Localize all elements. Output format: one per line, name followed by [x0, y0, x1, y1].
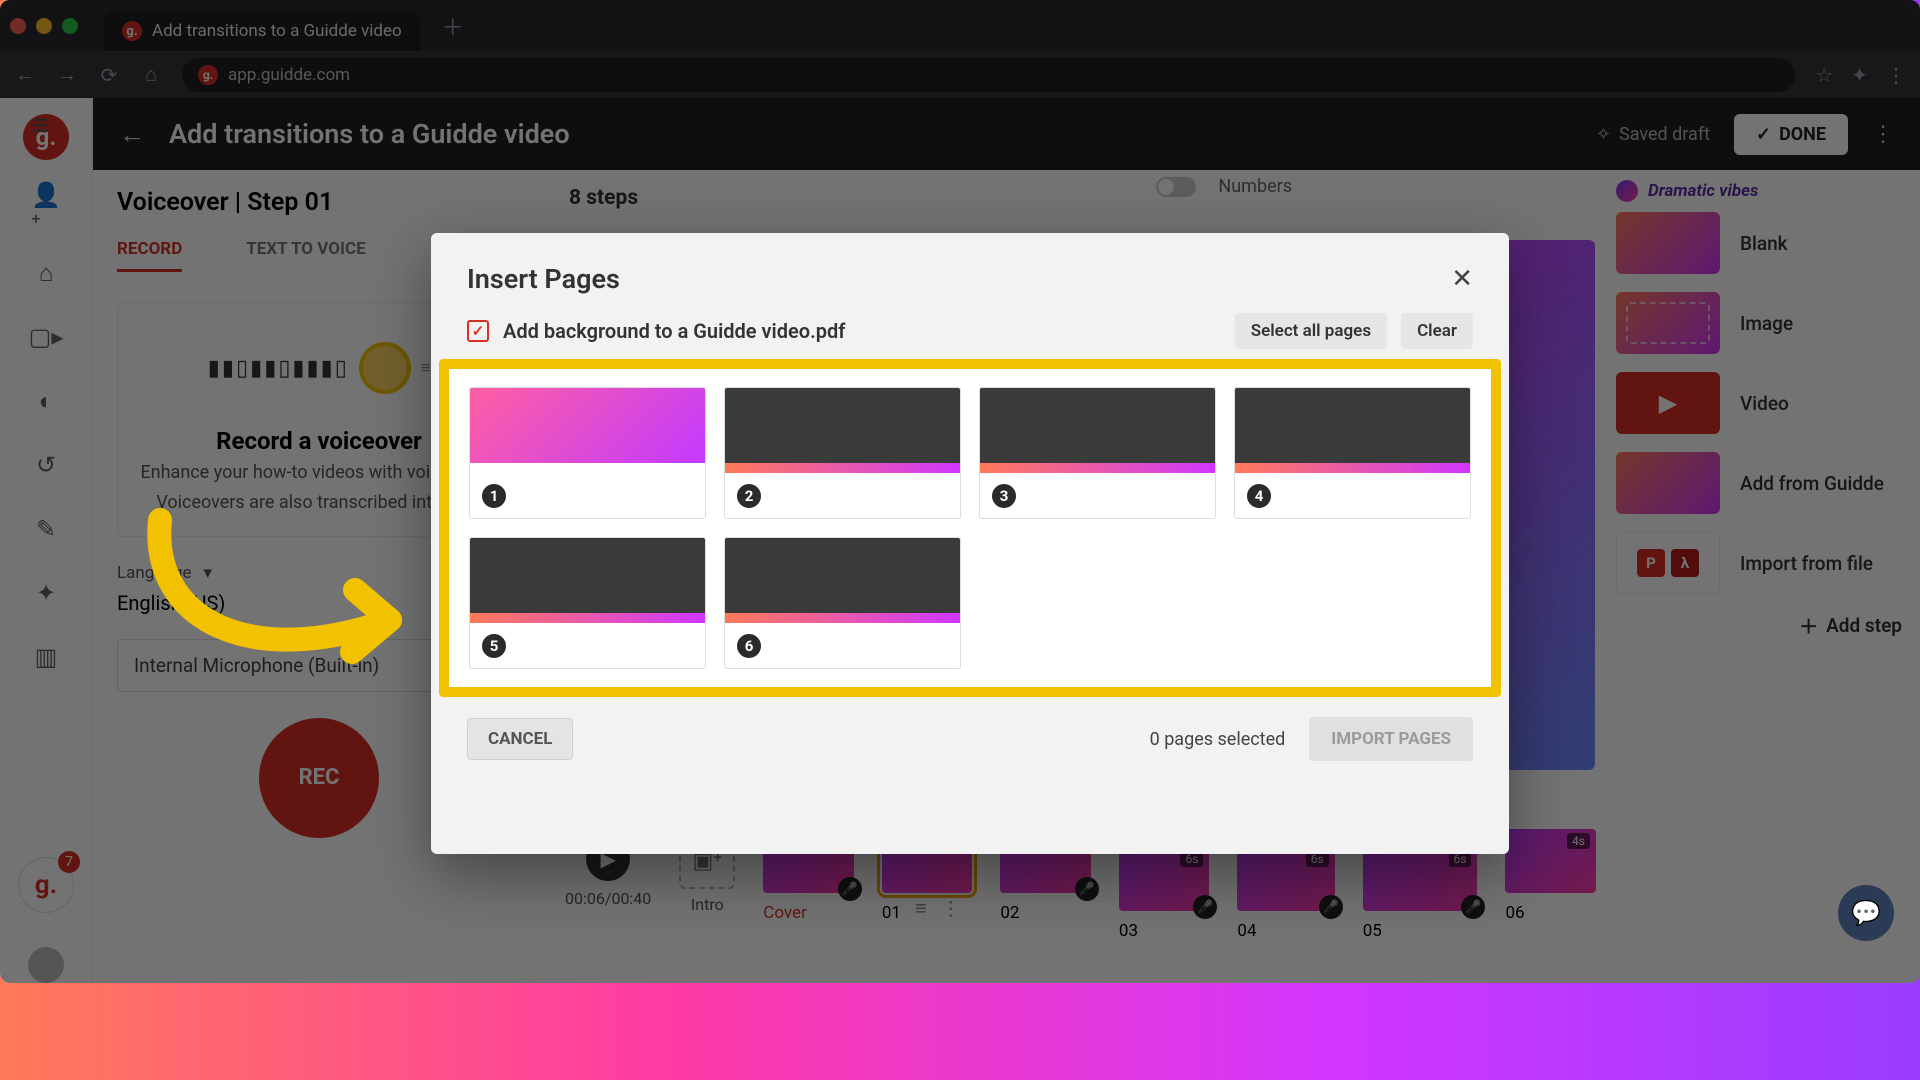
- pages-highlight-region: 1 2 3 4 5 6: [439, 359, 1501, 697]
- file-checkbox[interactable]: ✓: [467, 320, 489, 342]
- close-icon[interactable]: ✕: [1451, 264, 1473, 294]
- selected-count: 0 pages selected: [1150, 729, 1286, 750]
- cancel-button[interactable]: CANCEL: [467, 718, 573, 760]
- chat-fab[interactable]: 💬: [1838, 885, 1894, 941]
- modal-title: Insert Pages: [467, 263, 1451, 295]
- insert-pages-modal: Insert Pages ✕ ✓ Add background to a Gui…: [431, 233, 1509, 854]
- page-thumb-1[interactable]: 1: [469, 387, 706, 519]
- file-name: Add background to a Guidde video.pdf: [503, 319, 1221, 343]
- page-thumb-3[interactable]: 3: [979, 387, 1216, 519]
- pages-grid: 1 2 3 4 5 6: [469, 387, 1471, 669]
- page-thumb-5[interactable]: 5: [469, 537, 706, 669]
- import-pages-button[interactable]: IMPORT PAGES: [1309, 717, 1473, 761]
- select-all-button[interactable]: Select all pages: [1235, 313, 1387, 349]
- chat-icon: 💬: [1851, 899, 1881, 927]
- browser-window: g. Add transitions to a Guidde video ＋ ←…: [0, 0, 1920, 983]
- page-thumb-2[interactable]: 2: [724, 387, 961, 519]
- page-thumb-6[interactable]: 6: [724, 537, 961, 669]
- page-thumb-4[interactable]: 4: [1234, 387, 1471, 519]
- clear-button[interactable]: Clear: [1401, 313, 1473, 349]
